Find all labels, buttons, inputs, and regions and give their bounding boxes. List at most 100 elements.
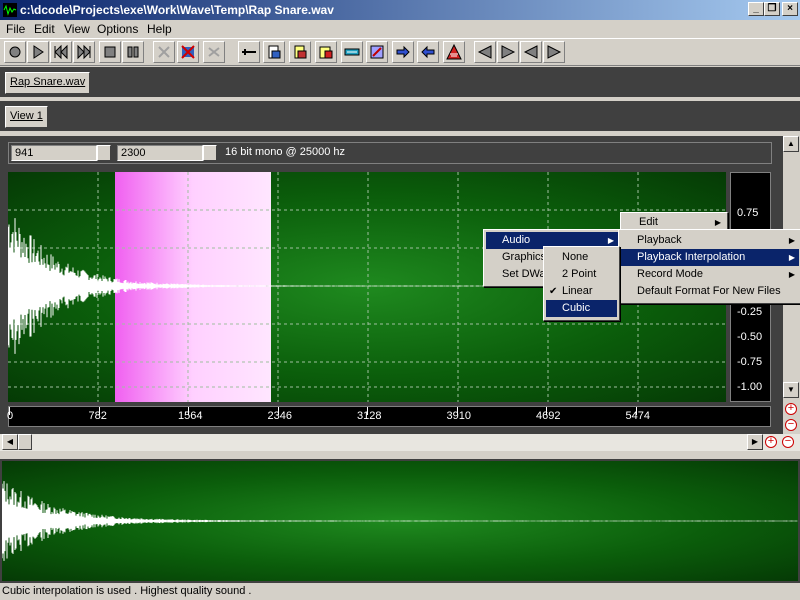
nav-right-button[interactable] [497, 41, 519, 63]
silence-button[interactable] [315, 41, 337, 63]
amp-tick: -1.00 [737, 381, 763, 393]
trim-button[interactable] [238, 41, 260, 63]
menu-item-linear[interactable]: ✔ Linear [546, 283, 617, 300]
menu-item-label: Default Format For New Files [637, 285, 781, 297]
submenu-arrow-icon: ▶ [788, 236, 795, 245]
volume-button[interactable] [443, 41, 465, 63]
menu-item-2-point[interactable]: 2 Point [546, 266, 617, 283]
context-menu-audio: Playback ▶ Playback Interpolation ▶ Record… [618, 229, 800, 304]
menu-item-label: Record Mode [637, 268, 704, 280]
nav-left2-button[interactable] [520, 41, 542, 63]
pause-button[interactable] [122, 41, 144, 63]
end-spinner[interactable] [203, 145, 217, 161]
title-bar: c:\dcode\Projects\exe\Work\Wave\Temp\Rap… [0, 0, 800, 20]
menu-options[interactable]: Options [97, 22, 138, 36]
menu-item-label: Playback [637, 234, 682, 246]
format-label: 16 bit mono @ 25000 hz [225, 146, 346, 158]
time-tick-label: 2346 [267, 410, 292, 422]
start-field[interactable]: 941 [11, 145, 97, 161]
silence-icon [319, 46, 333, 59]
menu-item-label: Cubic [562, 302, 591, 314]
start-spinner[interactable] [97, 145, 111, 161]
menu-item-label: Graphics [502, 251, 547, 263]
paste-button[interactable] [263, 41, 285, 63]
minimize-button[interactable]: _ [748, 2, 764, 16]
stop-button[interactable] [99, 41, 121, 63]
time-tick-label: 5474 [625, 410, 650, 422]
edit-wave-button[interactable] [366, 41, 388, 63]
nav-right2-button[interactable] [543, 41, 565, 63]
menu-item-default-format[interactable]: Default Format For New Files [621, 283, 799, 300]
menu-edit[interactable]: Edit [34, 22, 55, 36]
time-ruler: 0 782 1564 2346 3128 3910 4692 5474 [7, 406, 771, 427]
fast-forward-button[interactable] [73, 41, 95, 63]
menu-item-label: Audio [502, 234, 531, 246]
menu-item-cubic[interactable]: Cubic [546, 300, 617, 317]
copy-button[interactable] [203, 41, 225, 63]
context-menu-interpolation: None 2 Point ✔ Linear Cubic [543, 246, 620, 321]
rewind-button[interactable] [50, 41, 72, 63]
zoom-out-vertical-icon[interactable]: − [785, 419, 797, 431]
scroll-down-button[interactable]: ▼ [783, 382, 799, 398]
paste-icon [268, 45, 281, 59]
nav-left-icon [477, 45, 492, 59]
scroll-left-button[interactable]: ◀ [2, 434, 18, 450]
maximize-button[interactable]: ❐ [764, 2, 780, 16]
toolbar [0, 38, 800, 66]
submenu-arrow-icon: ▶ [788, 253, 795, 262]
pause-icon [127, 46, 139, 58]
waveform-trace [2, 481, 798, 561]
close-button[interactable]: × [782, 2, 798, 16]
menu-item-playback-interpolation[interactable]: Playback Interpolation ▶ [621, 249, 799, 266]
select-all-icon [344, 48, 360, 56]
horizontal-scrollbar[interactable]: ◀ ▶ + − [0, 434, 800, 451]
menu-file[interactable]: File [6, 22, 25, 36]
menu-item-playback[interactable]: Playback ▶ [621, 232, 799, 249]
record-button[interactable] [4, 41, 26, 63]
nav-right-icon [501, 45, 516, 59]
window-title: c:\dcode\Projects\exe\Work\Wave\Temp\Rap… [20, 3, 334, 17]
cut-button[interactable] [153, 41, 175, 63]
fast-forward-icon [77, 44, 91, 60]
copy-icon [208, 47, 220, 57]
view-tab-bar: View 1 [0, 101, 800, 131]
scroll-thumb[interactable] [18, 434, 32, 450]
paste-mix-button[interactable] [289, 41, 311, 63]
end-field[interactable]: 2300 [117, 145, 203, 161]
play-button[interactable] [27, 41, 49, 63]
arrow-left-button[interactable] [417, 41, 439, 63]
time-tick-label: 3128 [357, 410, 382, 422]
menu-item-label: Linear [562, 285, 593, 297]
select-all-button[interactable] [341, 41, 363, 63]
scroll-up-button[interactable]: ▲ [783, 136, 799, 152]
scroll-right-button[interactable]: ▶ [747, 434, 763, 450]
menu-view[interactable]: View [64, 22, 90, 36]
tab-rap-snare[interactable]: Rap Snare.wav [5, 72, 91, 94]
trim-icon [242, 49, 256, 55]
record-icon [9, 46, 21, 58]
app-wave-icon [3, 3, 17, 17]
document-tab-bar: Rap Snare.wav [0, 67, 800, 97]
menu-item-label: 2 Point [562, 268, 597, 280]
delete-button[interactable] [177, 41, 199, 63]
zoom-out-horizontal-icon[interactable]: − [782, 436, 794, 448]
zoom-in-vertical-icon[interactable]: + [785, 403, 797, 415]
rewind-icon [54, 44, 68, 60]
menu-item-label: Playback Interpolation [637, 251, 746, 263]
time-tick-label: 0 [7, 410, 14, 422]
zoom-in-horizontal-icon[interactable]: + [765, 436, 777, 448]
menu-bar: File Edit View Options Help [0, 20, 800, 38]
menu-help[interactable]: Help [147, 22, 172, 36]
tab-view-1[interactable]: View 1 [5, 106, 48, 128]
paste-mix-icon [294, 45, 307, 59]
nav-left2-icon [523, 45, 538, 59]
overview-waveform[interactable] [0, 459, 800, 583]
menu-item-none[interactable]: None [546, 249, 617, 266]
cut-icon [158, 46, 170, 58]
arrow-left-icon [421, 45, 435, 59]
amp-tick: 0.75 [737, 207, 759, 219]
menu-item-record-mode[interactable]: Record Mode ▶ [621, 266, 799, 283]
menu-item-label: None [562, 251, 589, 263]
nav-left-button[interactable] [474, 41, 496, 63]
arrow-right-button[interactable] [392, 41, 414, 63]
